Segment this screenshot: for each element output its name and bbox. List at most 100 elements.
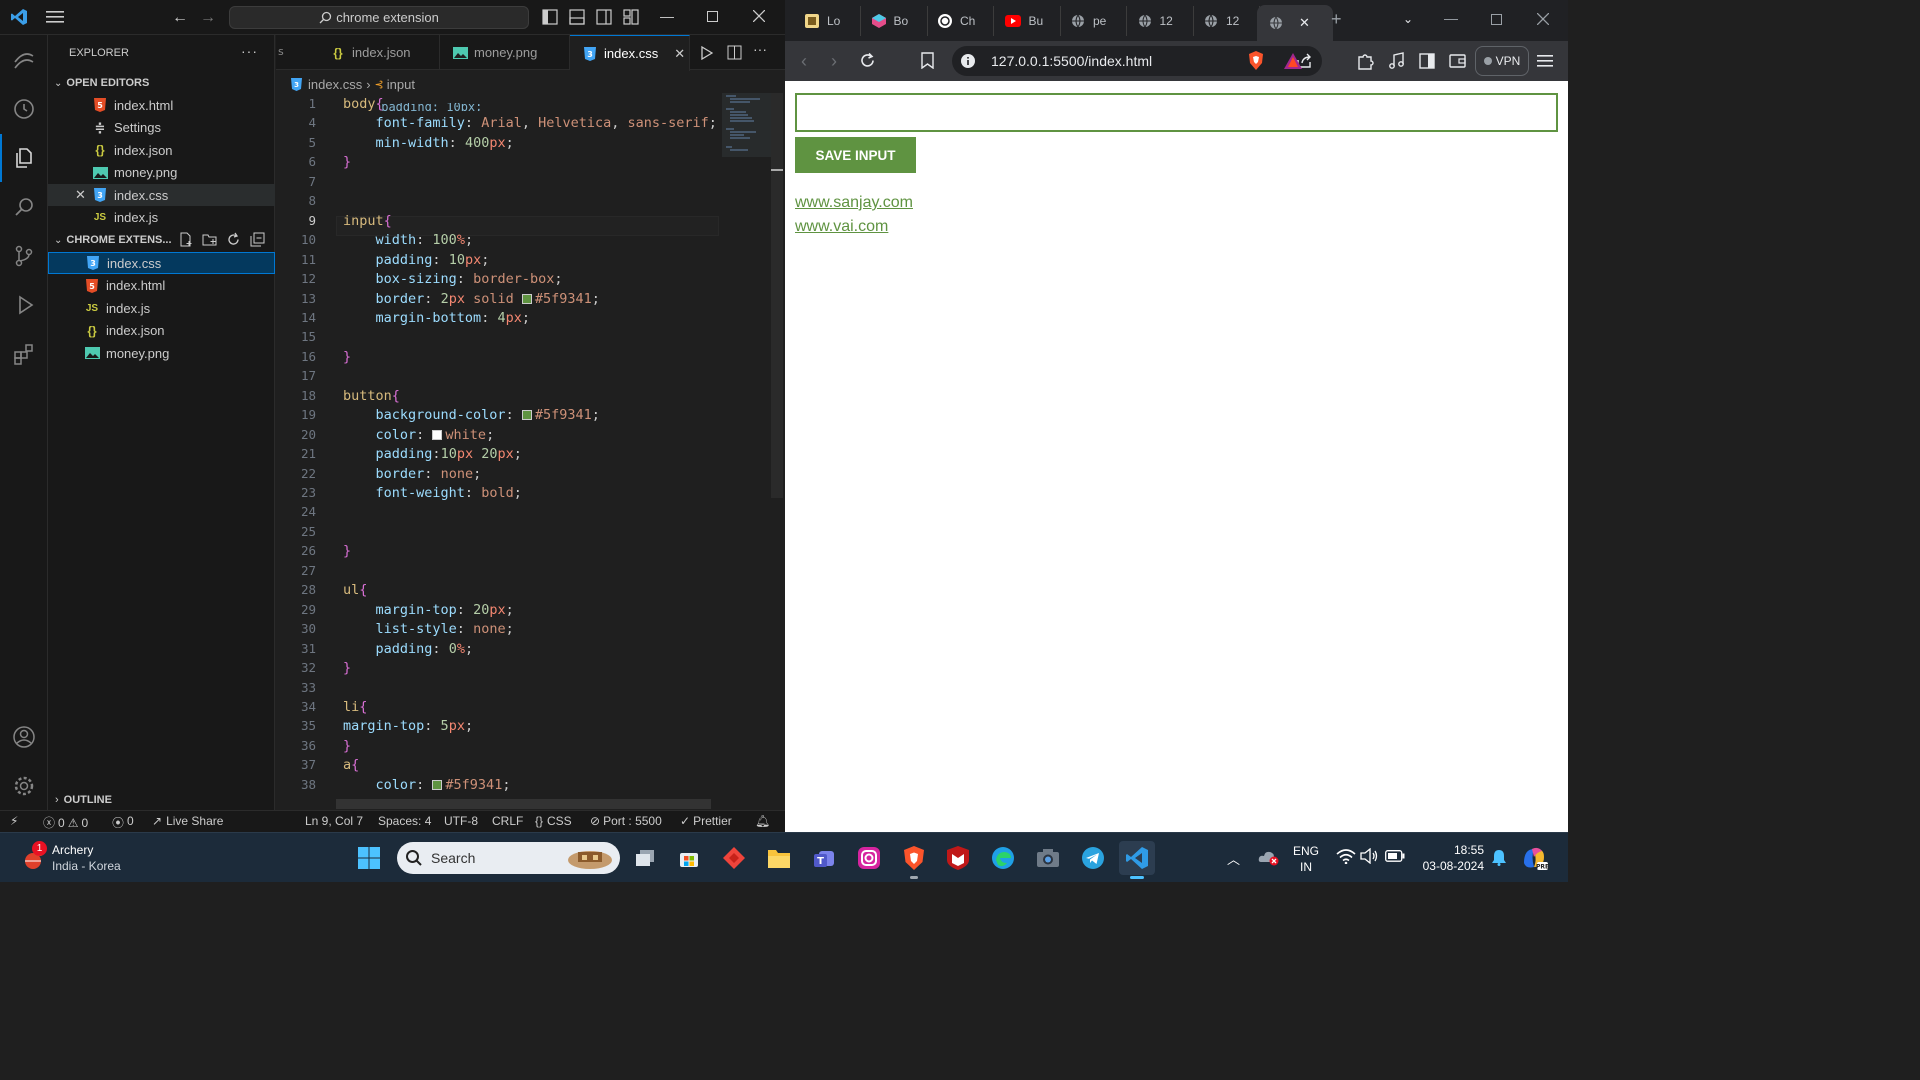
browser-menu-icon[interactable] [1537,54,1553,68]
task-view-icon[interactable] [627,841,663,875]
outline-header[interactable]: › OUTLINE [48,789,275,811]
run-debug-icon[interactable] [0,281,48,329]
breadcrumb-file[interactable]: index.css [308,77,362,92]
browser-tab[interactable]: Ch [930,6,994,36]
brave-rewards-icon[interactable] [1284,53,1302,69]
minimap[interactable] [722,93,772,157]
open-editor-item[interactable]: ≑ Settings [48,117,275,139]
refresh-icon[interactable] [226,232,241,247]
customize-layout-icon[interactable] [623,9,639,25]
editor-more-icon[interactable]: ··· [753,41,767,57]
open-editor-item[interactable]: 5 index.html [48,94,275,116]
indentation[interactable]: Spaces: 4 [378,814,431,828]
save-input-button[interactable]: SAVE INPUT [795,137,916,173]
file-tree-item[interactable]: JS index.js [48,297,275,319]
sidebar-toggle-icon[interactable] [1419,53,1435,69]
tab-money-png[interactable]: money.png [440,35,570,70]
browser-tab[interactable]: Bu [997,6,1061,36]
new-file-icon[interactable] [178,232,193,247]
browser-forward-icon[interactable]: › [831,51,837,72]
file-tree-item[interactable]: {} index.json [48,320,275,342]
open-editor-item[interactable]: JS index.js [48,207,275,229]
command-search-input[interactable]: chrome extension [229,6,529,29]
manage-gear-icon[interactable] [0,762,48,810]
maximize-icon[interactable] [707,11,718,22]
browser-tab[interactable]: 12 [1130,6,1194,36]
open-editors-header[interactable]: ⌄ OPEN EDITORS [48,72,275,94]
file-explorer-icon[interactable] [761,841,797,875]
saved-link[interactable]: www.vai.com [795,217,913,236]
extension-input[interactable] [795,93,1558,132]
copilot-icon[interactable]: PRE [1520,843,1550,873]
telegram-icon[interactable] [1075,841,1111,875]
live-server-port[interactable]: ⊘ Port : 5500 [590,814,662,828]
reload-icon[interactable] [859,52,876,69]
brave-browser-icon[interactable] [896,841,932,879]
tab-index-json[interactable]: {} index.json [318,35,440,70]
folder-header[interactable]: ⌄ CHROME EXTENS... [48,229,275,251]
accounts-icon[interactable] [0,713,48,761]
horizontal-scrollbar[interactable] [336,799,711,809]
bookmark-icon[interactable] [921,52,934,69]
language-mode[interactable]: {} CSS [535,814,572,828]
browser-tab[interactable]: Lo [797,6,861,36]
problems-indicator[interactable]: ⓧ 0 ⚠ 0 [43,814,88,831]
microsoft-store-icon[interactable] [671,841,707,875]
show-hidden-icons-chevron-icon[interactable]: ︿ [1227,849,1240,868]
open-editor-item[interactable]: money.png [48,162,275,184]
browser-tab[interactable]: pe [1063,6,1127,36]
language-indicator[interactable]: ENG IN [1293,843,1319,875]
volume-icon[interactable] [1360,848,1378,864]
tab-index-css[interactable]: 3 index.css ✕ [570,35,690,71]
open-editor-item[interactable]: ✕ 3 index.css [48,184,275,206]
editor-scrollbar-thumb[interactable] [771,93,783,498]
onedrive-error-icon[interactable] [1258,848,1280,866]
tab-search-chevron-icon[interactable]: ⌄ [1403,12,1413,26]
new-folder-icon[interactable] [202,232,217,247]
toggle-secondary-sidebar-icon[interactable] [596,9,612,25]
menu-icon[interactable] [46,10,64,24]
toggle-panel-icon[interactable] [569,9,585,25]
collapse-all-icon[interactable] [250,232,265,247]
address-bar[interactable]: 127.0.0.1:5500/index.html [952,46,1322,76]
browser-minimize-icon[interactable]: — [1444,10,1458,26]
open-editor-item[interactable]: {} index.json [48,139,275,161]
encoding[interactable]: UTF-8 [444,814,478,828]
file-tree-item[interactable]: money.png [48,342,275,364]
back-arrow-icon[interactable]: ← [172,9,188,27]
saved-link[interactable]: www.sanjay.com [795,193,913,212]
wallet-icon[interactable] [1449,53,1466,68]
minimize-icon[interactable]: — [660,8,674,24]
mcafee-icon[interactable] [940,841,976,875]
remote-explorer-icon[interactable] [0,36,48,84]
clock[interactable]: 18:55 03-08-2024 [1420,842,1484,874]
camera-icon[interactable] [1030,841,1066,875]
notifications-bell-icon[interactable]: 🔔︎ [755,814,770,828]
file-tree-item[interactable]: 5 index.html [48,275,275,297]
browser-tab-active[interactable]: ✕ [1257,5,1333,41]
teams-icon[interactable]: T [806,841,842,875]
taskbar-search-box[interactable]: Search [397,842,620,874]
extensions-icon[interactable] [0,330,48,378]
more-actions-icon[interactable]: ··· [241,43,258,59]
cursor-position[interactable]: Ln 9, Col 7 [305,814,363,828]
code-editor[interactable]: 1 body{4 font-family: Arial, Helvetica, s… [276,93,716,808]
live-share-button[interactable]: ↗ Live Share [152,814,223,828]
wifi-icon[interactable] [1336,848,1356,864]
instagram-icon[interactable] [851,841,887,875]
windows-start-icon[interactable] [351,841,387,875]
battery-icon[interactable] [1385,850,1405,862]
close-window-icon[interactable] [753,10,765,22]
breadcrumb-symbol[interactable]: input [387,77,415,92]
anydesk-icon[interactable] [716,841,752,875]
prettier-status[interactable]: ✓ Prettier [680,814,732,828]
vpn-button[interactable]: VPN [1475,46,1529,76]
source-control-icon[interactable] [0,232,48,280]
remote-icon[interactable]: ⚡ [10,814,18,828]
forward-arrow-icon[interactable]: → [200,9,216,27]
browser-maximize-icon[interactable] [1491,14,1502,25]
ports-indicator[interactable]: ⦿ 0 [112,814,134,831]
file-tree-item[interactable]: 3 index.css [48,252,275,274]
run-icon[interactable] [701,46,713,60]
media-music-icon[interactable] [1388,52,1406,70]
